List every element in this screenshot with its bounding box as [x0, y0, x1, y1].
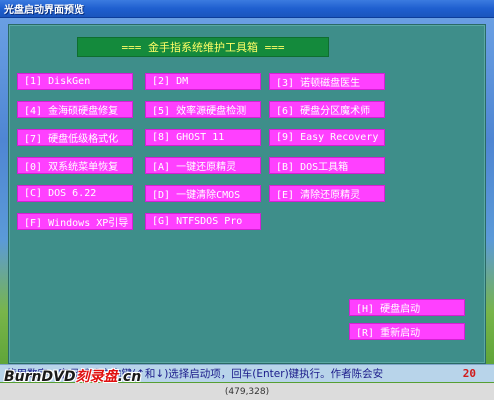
menu-item-hdd-test[interactable]: [5] 效率源硬盘检测 [145, 101, 261, 118]
window-title-bar[interactable]: 光盘启动界面预览 [0, 0, 494, 18]
menu-item-ntfsdos-pro[interactable]: [G] NTFSDOS Pro [145, 213, 261, 230]
menu-item-dual-boot-restore[interactable]: [0] 双系统菜单恢复 [17, 157, 133, 174]
menu-item-low-level-format[interactable]: [7] 硬盘低级格式化 [17, 129, 133, 146]
reboot-button[interactable]: [R] 重新启动 [349, 323, 465, 340]
countdown-timer: 20 [462, 367, 476, 380]
window-title: 光盘启动界面预览 [4, 5, 84, 16]
menu-item-one-key-restore[interactable]: [A] 一键还原精灵 [145, 157, 261, 174]
menu-item-easy-recovery[interactable]: [9] Easy Recovery [269, 129, 385, 146]
menu-item-norton-disk-doctor[interactable]: [3] 诺顿磁盘医生 [269, 73, 385, 90]
menu-banner: === 金手指系统维护工具箱 === [77, 37, 329, 57]
menu-item-diskgen[interactable]: [1] DiskGen [17, 73, 133, 90]
menu-item-partition-magic[interactable]: [6] 硬盘分区魔术师 [269, 101, 385, 118]
menu-item-windows-xp-boot[interactable]: [F] Windows XP引导 [17, 213, 133, 230]
boot-menu-panel: === 金手指系统维护工具箱 === [1] DiskGen [2] DM [3… [8, 24, 486, 364]
menu-item-clear-restore[interactable]: [E] 清除还原精灵 [269, 185, 385, 202]
menu-item-clear-cmos[interactable]: [D] 一键清除CMOS [145, 185, 261, 202]
cursor-coordinates: (479,328) [0, 383, 494, 400]
menu-item-dos-622[interactable]: [C] DOS 6.22 [17, 185, 133, 202]
boot-hdd-button[interactable]: [H] 硬盘启动 [349, 299, 465, 316]
menu-item-dm[interactable]: [2] DM [145, 73, 261, 90]
menu-item-dos-toolbox[interactable]: [B] DOS工具箱 [269, 157, 385, 174]
menu-item-ghost[interactable]: [8] GHOST 11 [145, 129, 261, 146]
menu-item-hdd-repair[interactable]: [4] 金海硕硬盘修复 [17, 101, 133, 118]
